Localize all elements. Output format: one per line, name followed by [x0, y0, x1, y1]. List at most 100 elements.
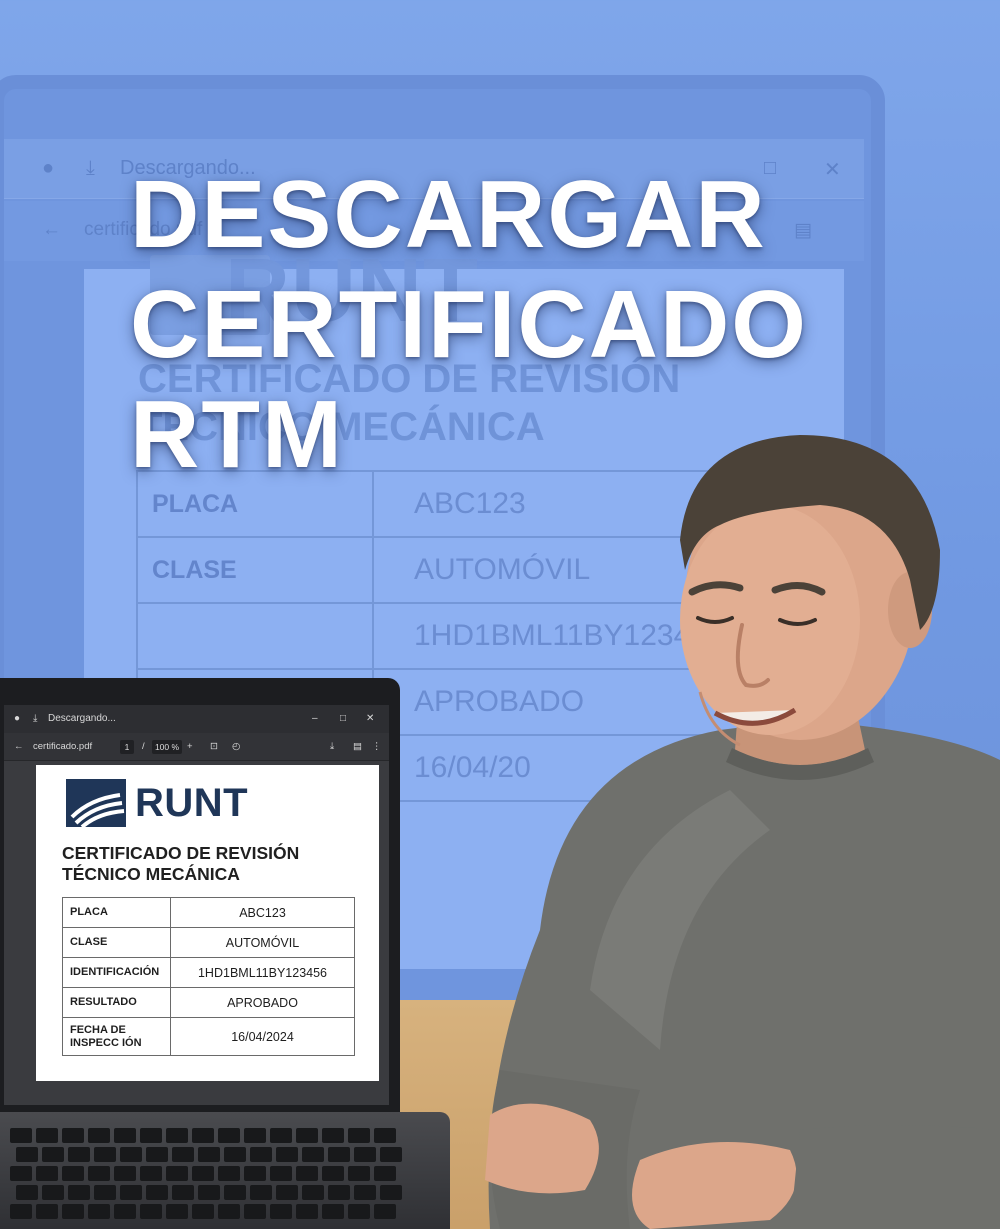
keyboard-key	[322, 1128, 344, 1143]
row-value-placa: ABC123	[170, 897, 355, 928]
keyboard-key	[380, 1185, 402, 1200]
keyboard-key	[198, 1147, 220, 1162]
keyboard-key	[120, 1147, 142, 1162]
table-label	[136, 602, 374, 670]
pdf-page: RUNT CERTIFICADO DE REVISIÓN TÉCNICO MEC…	[36, 765, 379, 1081]
table-label: CLASE	[136, 536, 374, 604]
keyboard-key	[36, 1166, 58, 1181]
keyboard-key	[120, 1185, 142, 1200]
keyboard-key	[296, 1166, 318, 1181]
headline: DESCARGAR CERTIFICADO RTM	[130, 160, 890, 490]
keyboard-key	[140, 1166, 162, 1181]
keyboard-key	[88, 1128, 110, 1143]
keyboard-key	[16, 1185, 38, 1200]
zoom-level[interactable]: 100 %	[152, 740, 182, 754]
keyboard-key	[328, 1185, 350, 1200]
keyboard-key	[146, 1185, 168, 1200]
window-title: Descargando...	[48, 713, 116, 724]
keyboard-key	[348, 1204, 370, 1219]
close-button[interactable]: ✕	[366, 713, 374, 724]
keyboard-key	[42, 1185, 64, 1200]
page-number-input[interactable]: 1	[120, 740, 134, 754]
keyboard-key	[380, 1147, 402, 1162]
headline-line-3: RTM	[130, 381, 344, 488]
keyboard-key	[348, 1166, 370, 1181]
row-value-resultado: APROBADO	[170, 987, 355, 1018]
smiling-man-illustration	[485, 435, 1000, 1229]
chat-bubble-icon: ●	[14, 713, 21, 724]
road-stripes-icon	[70, 793, 125, 829]
keyboard-key	[114, 1166, 136, 1181]
keyboard-key	[166, 1166, 188, 1181]
laptop-keyboard	[10, 1128, 402, 1219]
rotate-icon[interactable]: ◴	[232, 741, 240, 752]
certificate-heading: CERTIFICADO DE REVISIÓN TÉCNICO MECÁNICA	[62, 843, 299, 885]
fit-page-icon[interactable]: ⊡	[210, 741, 218, 752]
keyboard-key	[218, 1128, 240, 1143]
row-value-clase: AUTOMÓVIL	[170, 927, 355, 958]
keyboard-key	[224, 1185, 246, 1200]
keyboard-key	[302, 1185, 324, 1200]
keyboard-key	[244, 1166, 266, 1181]
print-icon[interactable]: ▤	[353, 741, 362, 752]
runt-logo-icon	[66, 779, 126, 829]
more-options-button[interactable]: ⋮	[372, 741, 382, 752]
headline-line-1: DESCARGAR	[130, 161, 767, 268]
row-value-identificacion: 1HD1BML11BY123456	[170, 957, 355, 988]
background-back-icon: ←	[42, 219, 61, 240]
minimize-button[interactable]: –	[312, 713, 318, 724]
heading-line-1: CERTIFICADO DE REVISIÓN	[62, 843, 300, 863]
keyboard-key	[322, 1204, 344, 1219]
runt-logo-text: RUNT	[135, 781, 249, 825]
keyboard-key	[172, 1185, 194, 1200]
keyboard-key	[192, 1204, 214, 1219]
keyboard-key	[68, 1185, 90, 1200]
table-row: PLACA ABC123	[62, 897, 355, 928]
keyboard-key	[270, 1128, 292, 1143]
row-label-placa: PLACA	[62, 897, 171, 928]
keyboard-key	[224, 1147, 246, 1162]
keyboard-key	[42, 1147, 64, 1162]
keyboard-key	[36, 1204, 58, 1219]
keyboard-key	[296, 1128, 318, 1143]
keyboard-key	[244, 1204, 266, 1219]
headline-line-2: CERTIFICADO	[130, 271, 808, 378]
keyboard-key	[10, 1128, 32, 1143]
download-pdf-icon[interactable]: ⤓	[330, 741, 334, 752]
keyboard-key	[192, 1128, 214, 1143]
keyboard-key	[62, 1128, 84, 1143]
row-label-fecha: FECHA DE INSPECC IÓN	[62, 1017, 171, 1056]
keyboard-key	[374, 1204, 396, 1219]
keyboard-key	[94, 1185, 116, 1200]
laptop-screen: ● ⤓ Descargando... – □ ✕ ← certificado.p…	[4, 705, 389, 1105]
keyboard-key	[114, 1204, 136, 1219]
keyboard-key	[354, 1147, 376, 1162]
keyboard-key	[172, 1147, 194, 1162]
keyboard-key	[88, 1166, 110, 1181]
keyboard-key	[276, 1185, 298, 1200]
download-icon: ⤓	[33, 713, 38, 724]
keyboard-key	[374, 1128, 396, 1143]
keyboard-key	[10, 1204, 32, 1219]
keyboard-key	[374, 1166, 396, 1181]
keyboard-key	[192, 1166, 214, 1181]
table-row: CLASE AUTOMÓVIL	[62, 927, 355, 958]
keyboard-key	[16, 1147, 38, 1162]
keyboard-key	[62, 1166, 84, 1181]
keyboard-key	[218, 1204, 240, 1219]
certificate-table: PLACA ABC123 CLASE AUTOMÓVIL IDENTIFICAC…	[62, 897, 355, 1056]
keyboard-key	[348, 1128, 370, 1143]
page-separator: /	[142, 741, 145, 752]
browser-titlebar: ● ⤓ Descargando... – □ ✕	[4, 705, 389, 733]
keyboard-key	[302, 1147, 324, 1162]
keyboard-key	[354, 1185, 376, 1200]
keyboard-key	[166, 1128, 188, 1143]
zoom-in-button[interactable]: +	[187, 741, 193, 752]
keyboard-key	[94, 1147, 116, 1162]
maximize-button[interactable]: □	[340, 713, 346, 724]
row-label-resultado: RESULTADO	[62, 987, 171, 1018]
background-chat-icon: ●	[42, 157, 55, 179]
back-button[interactable]: ←	[14, 741, 24, 752]
keyboard-key	[276, 1147, 298, 1162]
keyboard-key	[250, 1147, 272, 1162]
